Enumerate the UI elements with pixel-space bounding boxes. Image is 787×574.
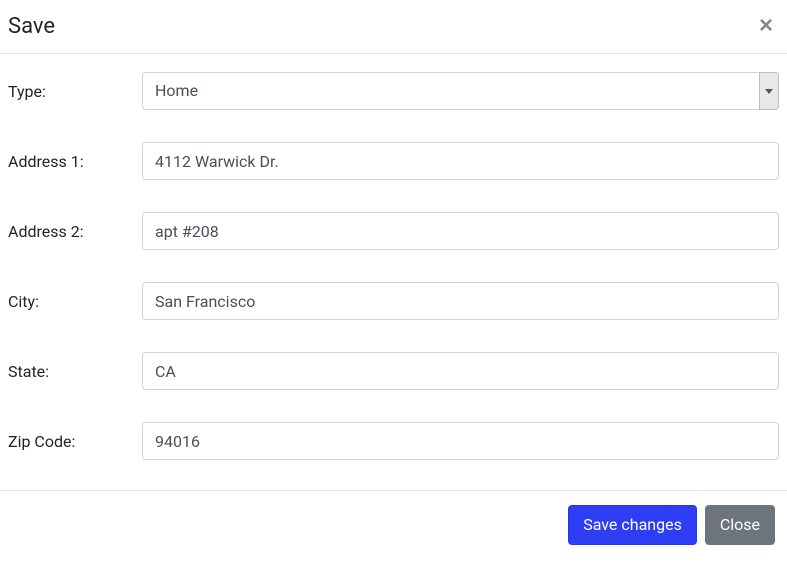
save-modal: Save × Type: Home Address 1: bbox=[0, 0, 787, 559]
zip-input[interactable] bbox=[142, 422, 779, 460]
save-changes-button[interactable]: Save changes bbox=[568, 505, 697, 545]
row-type: Type: Home bbox=[8, 72, 779, 110]
modal-body: Type: Home Address 1: Address 2: bbox=[0, 54, 787, 490]
modal-header: Save × bbox=[0, 0, 787, 54]
state-input[interactable] bbox=[142, 352, 779, 390]
row-address1: Address 1: bbox=[8, 142, 779, 180]
state-field bbox=[142, 352, 779, 390]
zip-field bbox=[142, 422, 779, 460]
state-label: State: bbox=[8, 362, 142, 381]
address1-input[interactable] bbox=[142, 142, 779, 180]
city-input[interactable] bbox=[142, 282, 779, 320]
address1-label: Address 1: bbox=[8, 152, 142, 171]
close-button[interactable]: Close bbox=[705, 505, 775, 545]
address2-field bbox=[142, 212, 779, 250]
modal-title: Save bbox=[8, 14, 55, 39]
row-address2: Address 2: bbox=[8, 212, 779, 250]
type-select[interactable]: Home bbox=[142, 72, 779, 110]
row-state: State: bbox=[8, 352, 779, 390]
city-field bbox=[142, 282, 779, 320]
address2-label: Address 2: bbox=[8, 222, 142, 241]
row-city: City: bbox=[8, 282, 779, 320]
modal-footer: Save changes Close bbox=[0, 490, 787, 559]
type-field: Home bbox=[142, 72, 779, 110]
type-label: Type: bbox=[8, 82, 142, 101]
address1-field bbox=[142, 142, 779, 180]
zip-label: Zip Code: bbox=[8, 432, 142, 451]
city-label: City: bbox=[8, 292, 142, 311]
close-icon[interactable]: × bbox=[753, 14, 779, 38]
type-select-wrap: Home bbox=[142, 72, 779, 110]
row-zip: Zip Code: bbox=[8, 422, 779, 460]
address2-input[interactable] bbox=[142, 212, 779, 250]
